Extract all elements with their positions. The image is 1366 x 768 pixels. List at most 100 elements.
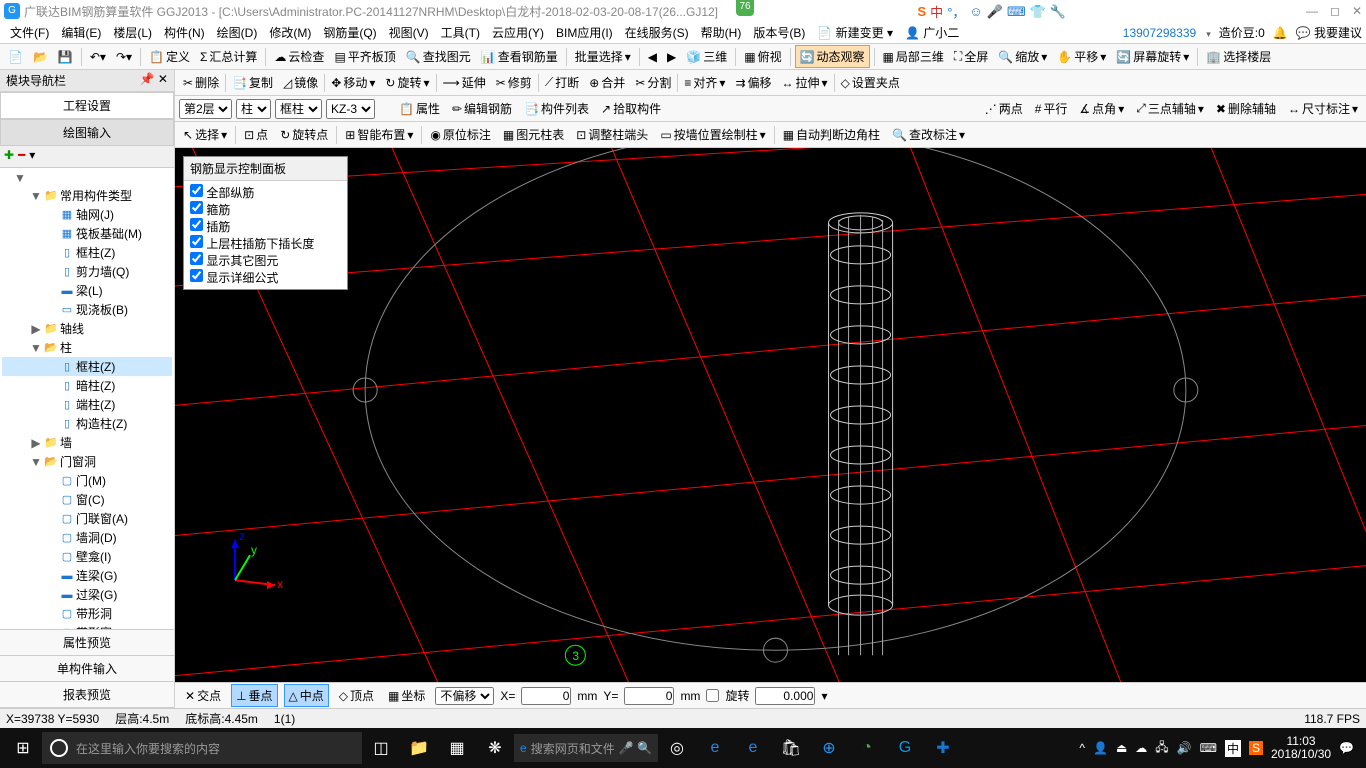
feedback-button[interactable]: 💬 我要建议: [1296, 24, 1362, 41]
tree-node[interactable]: ▼📁常用构件类型: [2, 186, 172, 205]
prev-button[interactable]: ◀: [644, 48, 661, 66]
trim-button[interactable]: ✂ 修剪: [492, 72, 536, 93]
tree-node[interactable]: ▢门(M): [2, 471, 172, 490]
draw-by-wall-tool[interactable]: ▭ 按墙位置绘制柱 ▾: [656, 124, 769, 145]
ime-tool-icon[interactable]: 🔧: [1050, 4, 1066, 20]
find-elem-button[interactable]: 🔍 查找图元: [402, 46, 475, 67]
smart-place-tool[interactable]: ⊞ 智能布置 ▾: [341, 124, 417, 145]
rotate-button[interactable]: ↻ 旋转 ▾: [381, 72, 433, 93]
category-select[interactable]: 柱: [236, 99, 271, 119]
taskbar-search[interactable]: 在这里输入你要搜索的内容: [42, 732, 362, 764]
open-button[interactable]: 📂: [29, 48, 52, 66]
tree-node[interactable]: ▯框柱(Z): [2, 357, 172, 376]
point-tool[interactable]: ⊡ 点: [240, 124, 272, 145]
system-tray[interactable]: ^ 👤 ⏏ ☁ 🖧 🔊 ⌨ 中 S 11:032018/10/30 💬: [1079, 735, 1362, 761]
auto-corner-tool[interactable]: ▦ 自动判断边角柱: [779, 124, 884, 145]
extend-button[interactable]: ⟶ 延伸: [439, 72, 490, 93]
menu-item[interactable]: 帮助(H): [695, 24, 748, 42]
tree-node[interactable]: ▯构造柱(Z): [2, 414, 172, 433]
safe-remove-icon[interactable]: ⏏: [1116, 741, 1127, 755]
insitu-label-tool[interactable]: ◉ 原位标注: [426, 124, 495, 145]
column-table-tool[interactable]: ▦ 图元柱表: [499, 124, 568, 145]
menu-item[interactable]: 在线服务(S): [619, 24, 695, 42]
member-select[interactable]: KZ-3: [326, 99, 375, 119]
close-button[interactable]: ✕: [1352, 4, 1362, 18]
rotate-check[interactable]: [706, 689, 719, 702]
orbit-button[interactable]: 🔄 动态观察: [795, 45, 870, 68]
cloud-check-button[interactable]: ☁ 云检查: [270, 46, 328, 67]
tree-view[interactable]: ▼▼📁常用构件类型▦轴网(J)▦筏板基础(M)▯框柱(Z)▯剪力墙(Q)▬梁(L…: [0, 168, 174, 629]
viewport-3d[interactable]: 钢筋显示控制面板 全部纵筋 箍筋 插筋 上层柱插筋下插长度 显示其它图元 显示详…: [175, 148, 1366, 682]
ggj-icon[interactable]: ⊕: [810, 732, 848, 764]
member-list-button[interactable]: 📑 构件列表: [520, 98, 593, 119]
menu-item[interactable]: 版本号(B): [747, 24, 811, 42]
two-point-button[interactable]: ⋰ 两点: [981, 98, 1027, 119]
tree-node[interactable]: ▦筏板基础(M): [2, 224, 172, 243]
maximize-button[interactable]: ◻: [1330, 4, 1340, 18]
tree-node[interactable]: ▼📂柱: [2, 338, 172, 357]
flower-icon[interactable]: ❋: [476, 732, 514, 764]
pin-icon[interactable]: 📌 ✕: [140, 72, 168, 89]
menu-item[interactable]: 文件(F): [4, 24, 55, 42]
tree-node[interactable]: ▢带形洞: [2, 604, 172, 623]
subcat-select[interactable]: 框柱: [275, 99, 322, 119]
ie2-icon[interactable]: e: [734, 732, 772, 764]
menu-item[interactable]: 编辑(E): [55, 24, 107, 42]
app3-icon[interactable]: G: [886, 732, 924, 764]
ime-ch-icon[interactable]: 中: [930, 2, 943, 21]
tree-node[interactable]: ▼📂门窗洞: [2, 452, 172, 471]
tab-attr-preview[interactable]: 属性预览: [0, 630, 174, 656]
taskbar[interactable]: ⊞ 在这里输入你要搜索的内容 ◫ 📁 ▦ ❋ e 搜索网页和文件 🎤 🔍 ◎ e…: [0, 728, 1366, 768]
floor-select[interactable]: 第2层: [179, 99, 232, 119]
three-point-aux-button[interactable]: ⤢ 三点辅轴 ▾: [1132, 98, 1208, 119]
ime-lang-icon[interactable]: 中: [1225, 740, 1241, 757]
3d-button[interactable]: 🧊 三维: [682, 46, 731, 67]
panel-check[interactable]: 上层柱插筋下插长度: [190, 235, 341, 252]
snap-coord[interactable]: ▦ 坐标: [384, 685, 429, 706]
tree-add-icon[interactable]: ✚: [4, 148, 14, 165]
app4-icon[interactable]: ✚: [924, 732, 962, 764]
ime-mic-icon[interactable]: 🎤: [987, 4, 1003, 20]
sogou-icon[interactable]: S: [918, 4, 927, 19]
app1-icon[interactable]: ◎: [658, 732, 696, 764]
tree-node[interactable]: ▢壁龛(I): [2, 547, 172, 566]
snap-vertex[interactable]: ◇ 顶点: [335, 685, 378, 706]
new-change-button[interactable]: 📄 新建变更 ▾: [811, 22, 899, 43]
select-floor-button[interactable]: 🏢 选择楼层: [1202, 46, 1275, 67]
tree-node[interactable]: ▭现浇板(B): [2, 300, 172, 319]
select-tool[interactable]: ↖ 选择 ▾: [179, 124, 231, 145]
tree-node[interactable]: ▯暗柱(Z): [2, 376, 172, 395]
stretch-button[interactable]: ↔ 拉伸 ▾: [778, 72, 832, 93]
zoom-button[interactable]: 🔍 缩放 ▾: [994, 46, 1051, 67]
panel-check[interactable]: 箍筋: [190, 201, 341, 218]
save-button[interactable]: 💾: [54, 48, 77, 66]
menu-item[interactable]: 钢筋量(Q): [317, 24, 382, 42]
grip-button[interactable]: ◇ 设置夹点: [837, 72, 904, 93]
tree-node[interactable]: ▢窗(C): [2, 490, 172, 509]
tree-node[interactable]: ▬连梁(G): [2, 566, 172, 585]
offset-button[interactable]: ⇉ 偏移: [731, 72, 775, 93]
topview-button[interactable]: ▦ 俯视: [740, 46, 785, 67]
level-top-button[interactable]: ▤ 平齐板顶: [330, 46, 399, 67]
menu-item[interactable]: 工具(T): [435, 24, 486, 42]
minimize-button[interactable]: —: [1306, 4, 1318, 18]
bell-icon[interactable]: 🔔: [1273, 26, 1288, 40]
tray-up-icon[interactable]: ^: [1079, 741, 1085, 755]
tab-draw-input[interactable]: 绘图输入: [0, 119, 174, 146]
tree-node[interactable]: ▯剪力墙(Q): [2, 262, 172, 281]
tree-node[interactable]: ▶📁墙: [2, 433, 172, 452]
panel-check[interactable]: 全部纵筋: [190, 184, 341, 201]
sum-button[interactable]: Σ 汇总计算: [196, 46, 261, 67]
split-button[interactable]: ✂ 分割: [631, 72, 675, 93]
tree-node[interactable]: ▯端柱(Z): [2, 395, 172, 414]
tree-more-icon[interactable]: ▾: [29, 148, 35, 165]
rotate-point-tool[interactable]: ↻ 旋转点: [276, 124, 332, 145]
del-aux-button[interactable]: ✖ 删除辅轴: [1212, 98, 1280, 119]
tree-del-icon[interactable]: ━: [18, 148, 25, 165]
break-button[interactable]: ⟋ 打断: [541, 72, 583, 93]
notification-icon[interactable]: 💬: [1339, 741, 1354, 755]
view-rebar-button[interactable]: 📊 查看钢筋量: [477, 46, 562, 67]
screen-rotate-button[interactable]: 🔄 屏幕旋转 ▾: [1112, 46, 1193, 67]
move-button[interactable]: ✥ 移动 ▾: [327, 72, 379, 93]
people-icon[interactable]: 👤: [1093, 741, 1108, 755]
